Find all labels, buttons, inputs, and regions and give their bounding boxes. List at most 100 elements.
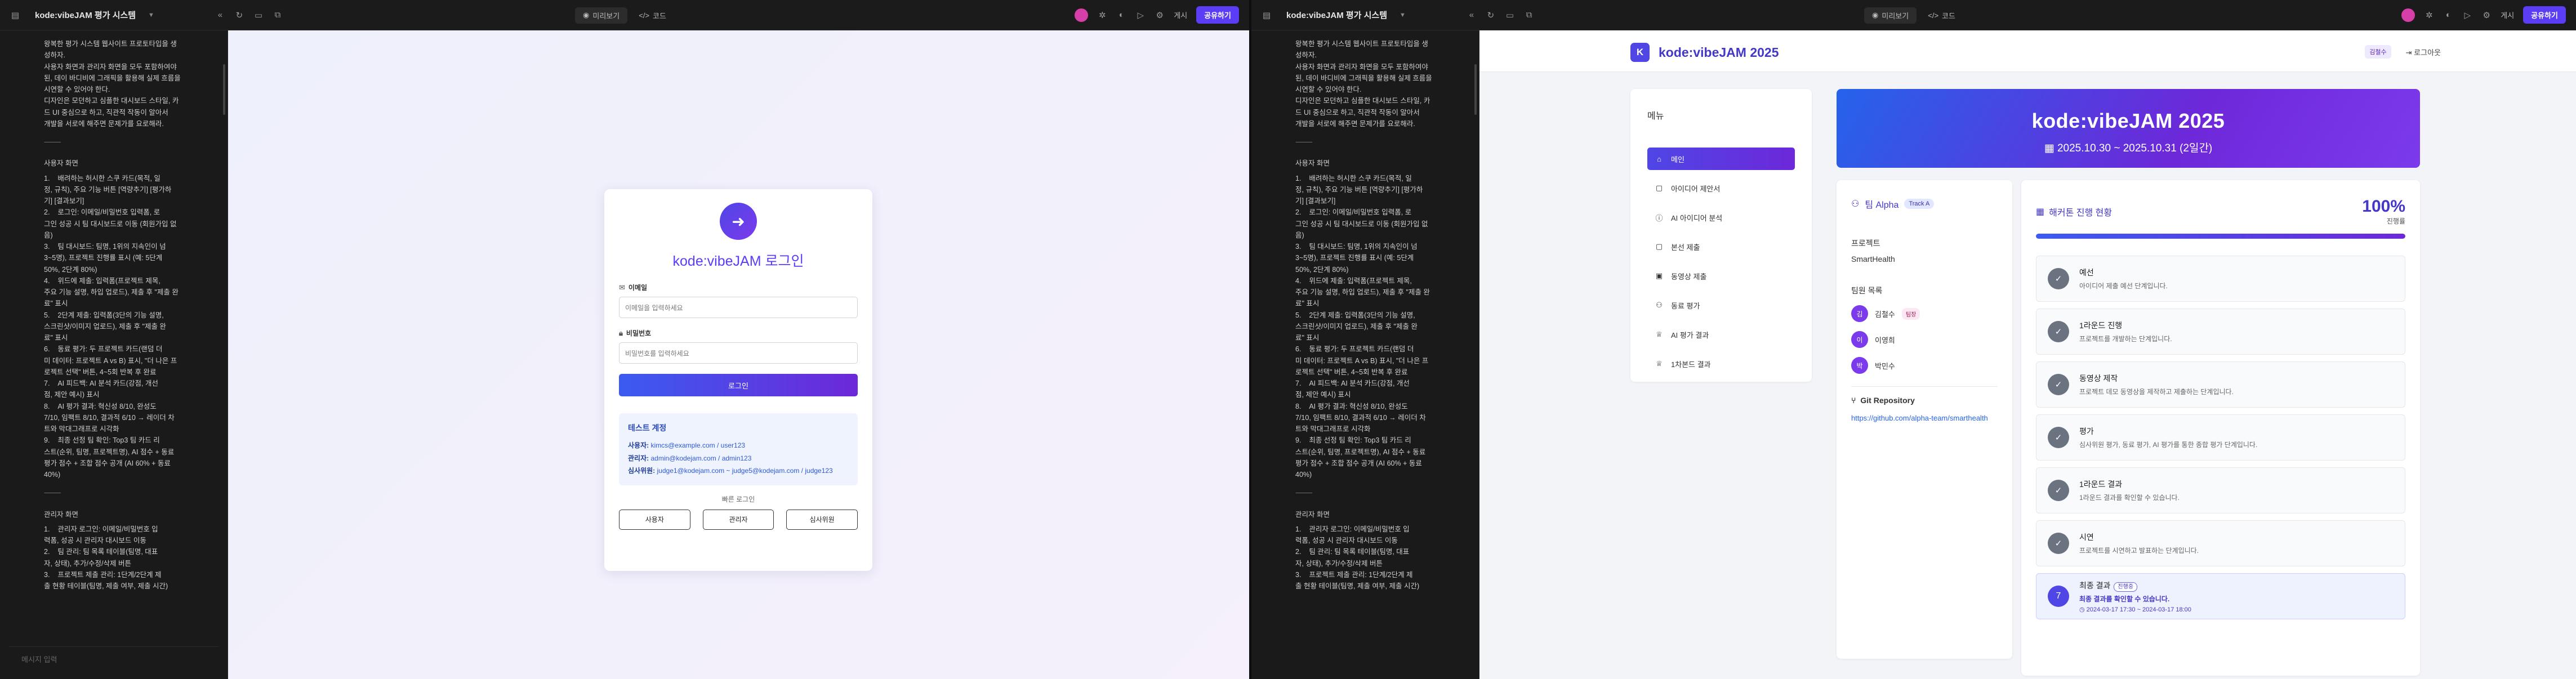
- collapse-icon[interactable]: «: [1467, 10, 1477, 20]
- sidebar-toggle-icon[interactable]: ▤: [10, 10, 20, 20]
- member-item: 이 이영희: [1851, 331, 1998, 348]
- tab-code[interactable]: </> 코드: [631, 7, 674, 24]
- quick-login-judge-button[interactable]: 심사위원: [786, 509, 858, 530]
- publish-button[interactable]: 게시: [1174, 10, 1187, 20]
- gear-icon[interactable]: ⚙: [1155, 10, 1165, 20]
- desktop-icon[interactable]: ▭: [253, 10, 264, 20]
- github-icon[interactable]: ◐: [2443, 10, 2453, 20]
- progress-percent: 100% 진행률: [2362, 197, 2405, 225]
- clock-icon: ◷: [2079, 606, 2085, 613]
- step-item[interactable]: ✓ 1라운드 진행 프로젝트를 개발하는 단계입니다.: [2036, 309, 2405, 355]
- email-label: ✉ 이메일: [619, 283, 648, 292]
- chat-message: 1. 배려하는 허시한 스쿠 카드(목적, 일 정, 규칙), 주요 기능 버튼…: [1295, 174, 1430, 479]
- progress-title: ▦ 해커톤 진행 현황: [2036, 207, 2113, 218]
- share-button[interactable]: 공유하기: [1196, 6, 1239, 24]
- step-item[interactable]: ✓ 평가 심사위원 평가, 동료 평가, AI 평가를 통한 종합 평가 단계입니다…: [2036, 414, 2405, 461]
- info-icon: ⓘ: [1655, 213, 1663, 222]
- test-account: 사용자: kimcs@example.com / user123: [628, 441, 746, 449]
- chat-heading: 사용자 화면: [44, 159, 78, 168]
- logout-button[interactable]: ⇥ 로그아웃: [2406, 47, 2441, 57]
- chevron-down-icon[interactable]: ▼: [1400, 12, 1406, 19]
- progress-card: ▦ 해커톤 진행 현황 100% 진행률 ✓ 예선 아이디어 제출 예선 단계입니다.…: [2021, 180, 2420, 676]
- menu-item-peer-review[interactable]: ⚇ 동료 평가: [1647, 294, 1795, 316]
- step-name: 동영상 제작: [2079, 374, 2118, 383]
- user-avatar[interactable]: [2401, 8, 2415, 22]
- chat-scrollbar[interactable]: [1474, 64, 1477, 115]
- login-button[interactable]: 로그인: [619, 374, 858, 396]
- menu-item-ai-results[interactable]: ♕ AI 평가 결과: [1647, 323, 1795, 346]
- video-icon: ▣: [1655, 271, 1663, 280]
- collapse-icon[interactable]: «: [215, 10, 225, 20]
- brand[interactable]: K kode:vibeJAM 2025: [1630, 43, 1779, 62]
- chat-message: 1. 배려하는 허시한 스쿠 카드(목적, 일 정, 규칙), 주요 기능 버튼…: [44, 174, 179, 479]
- git-branch-icon: ⑂: [1851, 396, 1856, 405]
- step-desc: 1라운드 결과를 확인할 수 있습니다.: [2079, 494, 2180, 502]
- step-item[interactable]: ✓ 1라운드 결과 1라운드 결과를 확인할 수 있습니다.: [2036, 467, 2405, 513]
- play-icon[interactable]: ▷: [1135, 10, 1146, 20]
- step-desc: 최종 결과를 확인할 수 있습니다.: [2079, 595, 2170, 603]
- external-link-icon[interactable]: ⧉: [1524, 10, 1534, 20]
- sparkle-icon[interactable]: ✲: [1097, 10, 1107, 20]
- menu-item-video-submission[interactable]: ▣ 동영상 제출: [1647, 265, 1795, 287]
- external-link-icon[interactable]: ⧉: [273, 10, 283, 20]
- tab-preview[interactable]: ◉ 미리보기: [575, 7, 628, 24]
- users-icon: ⚇: [1851, 199, 1860, 209]
- step-item[interactable]: ✓ 예선 아이디어 제출 예선 단계입니다.: [2036, 256, 2405, 302]
- tab-code[interactable]: </> 코드: [1920, 7, 1963, 24]
- top-bar: ▤ kode:vibeJAM 평가 시스템 ▼ « ↻ ▭ ⧉ ◉ 미리보기 </…: [1251, 0, 2576, 30]
- check-icon: ✓: [2048, 480, 2069, 501]
- divider: [1851, 386, 1998, 387]
- user-avatar[interactable]: [1075, 8, 1089, 22]
- step-time: ◷ 2024-03-17 17:30 ~ 2024-03-17 18:00: [2079, 606, 2191, 613]
- password-field[interactable]: 비밀번호를 입력하세요: [619, 342, 858, 364]
- avatar: 김: [1851, 305, 1868, 322]
- chat-scrollbar[interactable]: [223, 64, 225, 115]
- refresh-icon[interactable]: ↻: [1486, 10, 1496, 20]
- step-item[interactable]: ✓ 동영상 제작 프로젝트 데모 동영상을 제작하고 제출하는 단계입니다.: [2036, 361, 2405, 408]
- quick-login-row: 사용자 관리자 심사위원: [619, 509, 858, 530]
- check-icon: ✓: [2048, 374, 2069, 395]
- dashboard-header: K kode:vibeJAM 2025 김철수 ⇥ 로그아웃: [1479, 30, 2576, 72]
- desktop-icon[interactable]: ▭: [1505, 10, 1515, 20]
- step-name: 평가: [2079, 427, 2094, 436]
- chat-messages[interactable]: 왕복한 평가 시스템 웹사이트 프로토타입을 생 성하자. 사용자 화면과 관리…: [1251, 38, 1472, 640]
- app-window-dashboard: ▤ kode:vibeJAM 평가 시스템 ▼ « ↻ ▭ ⧉ ◉ 미리보기 </…: [1251, 0, 2576, 679]
- menu-item-final-submission[interactable]: ▢ 본선 제출: [1647, 235, 1795, 258]
- sidebar-toggle-icon[interactable]: ▤: [1262, 10, 1272, 20]
- sparkle-icon[interactable]: ✲: [2424, 10, 2434, 20]
- menu-item-ai-idea-analysis[interactable]: ⓘ AI 아이디어 분석: [1647, 206, 1795, 229]
- share-button[interactable]: 공유하기: [2523, 6, 2566, 24]
- test-accounts-box: 테스트 계정 사용자: kimcs@example.com / user123 …: [619, 413, 858, 485]
- divider: ⸻: [44, 138, 61, 146]
- chevron-down-icon[interactable]: ▼: [148, 12, 154, 19]
- menu-title: 메뉴: [1647, 111, 1664, 121]
- code-icon: </>: [639, 11, 650, 20]
- git-link[interactable]: https://github.com/alpha-team/smarthealt…: [1851, 413, 1998, 425]
- tab-preview[interactable]: ◉ 미리보기: [1864, 7, 1917, 24]
- chat-message: 왕복한 평가 시스템 웹사이트 프로토타입을 생 성하자. 사용자 화면과 관리…: [1295, 40, 1432, 128]
- email-field[interactable]: 이메일을 입력하세요: [619, 297, 858, 318]
- project-title[interactable]: kode:vibeJAM 평가 시스템: [1286, 9, 1387, 21]
- chat-messages[interactable]: 왕복한 평가 시스템 웹사이트 프로토타입을 생 성하자. 사용자 화면과 관리…: [0, 38, 221, 640]
- refresh-icon[interactable]: ↻: [234, 10, 244, 20]
- code-icon: </>: [1928, 11, 1939, 20]
- gear-icon[interactable]: ⚙: [2481, 10, 2492, 20]
- chat-heading: 사용자 화면: [1295, 159, 1330, 168]
- step-item[interactable]: ✓ 시연 프로젝트를 시연하고 발표하는 단계입니다.: [2036, 520, 2405, 566]
- hero-banner: kode:vibeJAM 2025 ▦ 2025.10.30 ~ 2025.10…: [1837, 89, 2420, 168]
- step-desc: 프로젝트를 개발하는 단계입니다.: [2079, 335, 2172, 343]
- project-title[interactable]: kode:vibeJAM 평가 시스템: [35, 9, 136, 21]
- github-icon[interactable]: ◐: [1116, 10, 1126, 20]
- play-icon[interactable]: ▷: [2462, 10, 2472, 20]
- publish-button[interactable]: 게시: [2501, 10, 2514, 20]
- menu-item-round1-results[interactable]: ♕ 1차본드 결과: [1647, 352, 1795, 375]
- quick-login-admin-button[interactable]: 관리자: [702, 509, 774, 530]
- quick-login-user-button[interactable]: 사용자: [619, 509, 690, 530]
- menu-item-idea-proposal[interactable]: ▢ 아이디어 제안서: [1647, 177, 1795, 199]
- menu-item-main[interactable]: ⌂ 메인: [1647, 148, 1795, 170]
- step-final[interactable]: 7 최종 결과 진행중 최종 결과를 확인할 수 있습니다. ◷ 2024-03-…: [2036, 573, 2405, 619]
- progress-fill: [2036, 234, 2405, 239]
- chat-input[interactable]: 메시지 입력: [9, 646, 219, 671]
- step-name: 1라운드 결과: [2079, 480, 2123, 489]
- preview-pane: ➜ kode:vibeJAM 로그인 ✉ 이메일 이메일을 입력하세요 🔒︎ 비밀번…: [228, 30, 1249, 679]
